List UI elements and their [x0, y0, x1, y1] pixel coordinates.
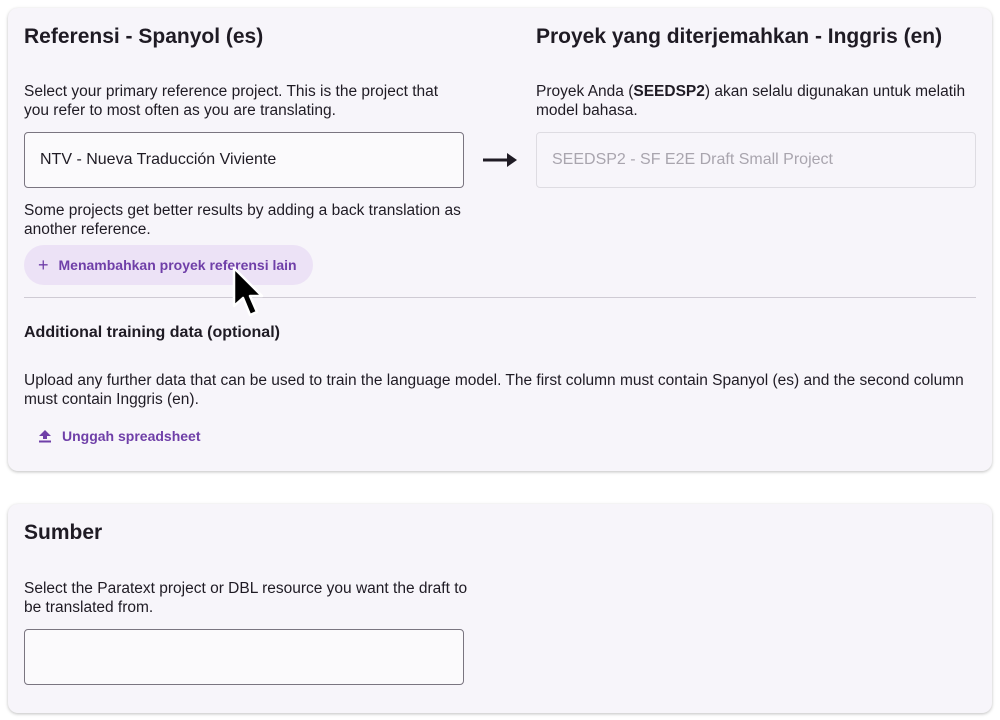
target-project-code: SEEDSP2 — [633, 83, 705, 100]
add-reference-button[interactable]: + Menambahkan proyek referensi lain — [24, 245, 313, 285]
upload-spreadsheet-button[interactable]: Unggah spreadsheet — [38, 428, 200, 444]
add-reference-label: Menambahkan proyek referensi lain — [58, 257, 297, 273]
reference-title: Referensi - Spanyol (es) — [24, 25, 264, 48]
reference-description: Select your primary reference project. T… — [24, 83, 439, 119]
arrow-right-icon — [483, 153, 517, 167]
source-description: Select the Paratext project or DBL resou… — [24, 580, 468, 616]
target-project-field: SEEDSP2 - SF E2E Draft Small Project — [536, 132, 976, 188]
target-title: Proyek yang diterjemahkan - Inggris (en) — [536, 25, 943, 48]
source-project-input[interactable] — [24, 629, 464, 685]
training-description: Upload any further data that can be used… — [24, 372, 964, 408]
upload-icon — [39, 430, 51, 443]
section-divider — [24, 297, 976, 298]
source-title: Sumber — [24, 521, 103, 544]
back-translation-hint: Some projects get better results by addi… — [24, 202, 461, 238]
reference-config-card: Referensi - Spanyol (es) Proyek yang dit… — [8, 8, 992, 471]
plus-icon: + — [38, 255, 49, 275]
source-config-card: Sumber Select the Paratext project or DB… — [8, 504, 992, 713]
target-description: Proyek Anda (SEEDSP2) akan selalu diguna… — [536, 83, 966, 119]
training-title: Additional training data (optional) — [24, 324, 280, 341]
upload-label: Unggah spreadsheet — [62, 428, 201, 444]
reference-project-select[interactable]: NTV - Nueva Traducción Viviente — [24, 132, 464, 188]
